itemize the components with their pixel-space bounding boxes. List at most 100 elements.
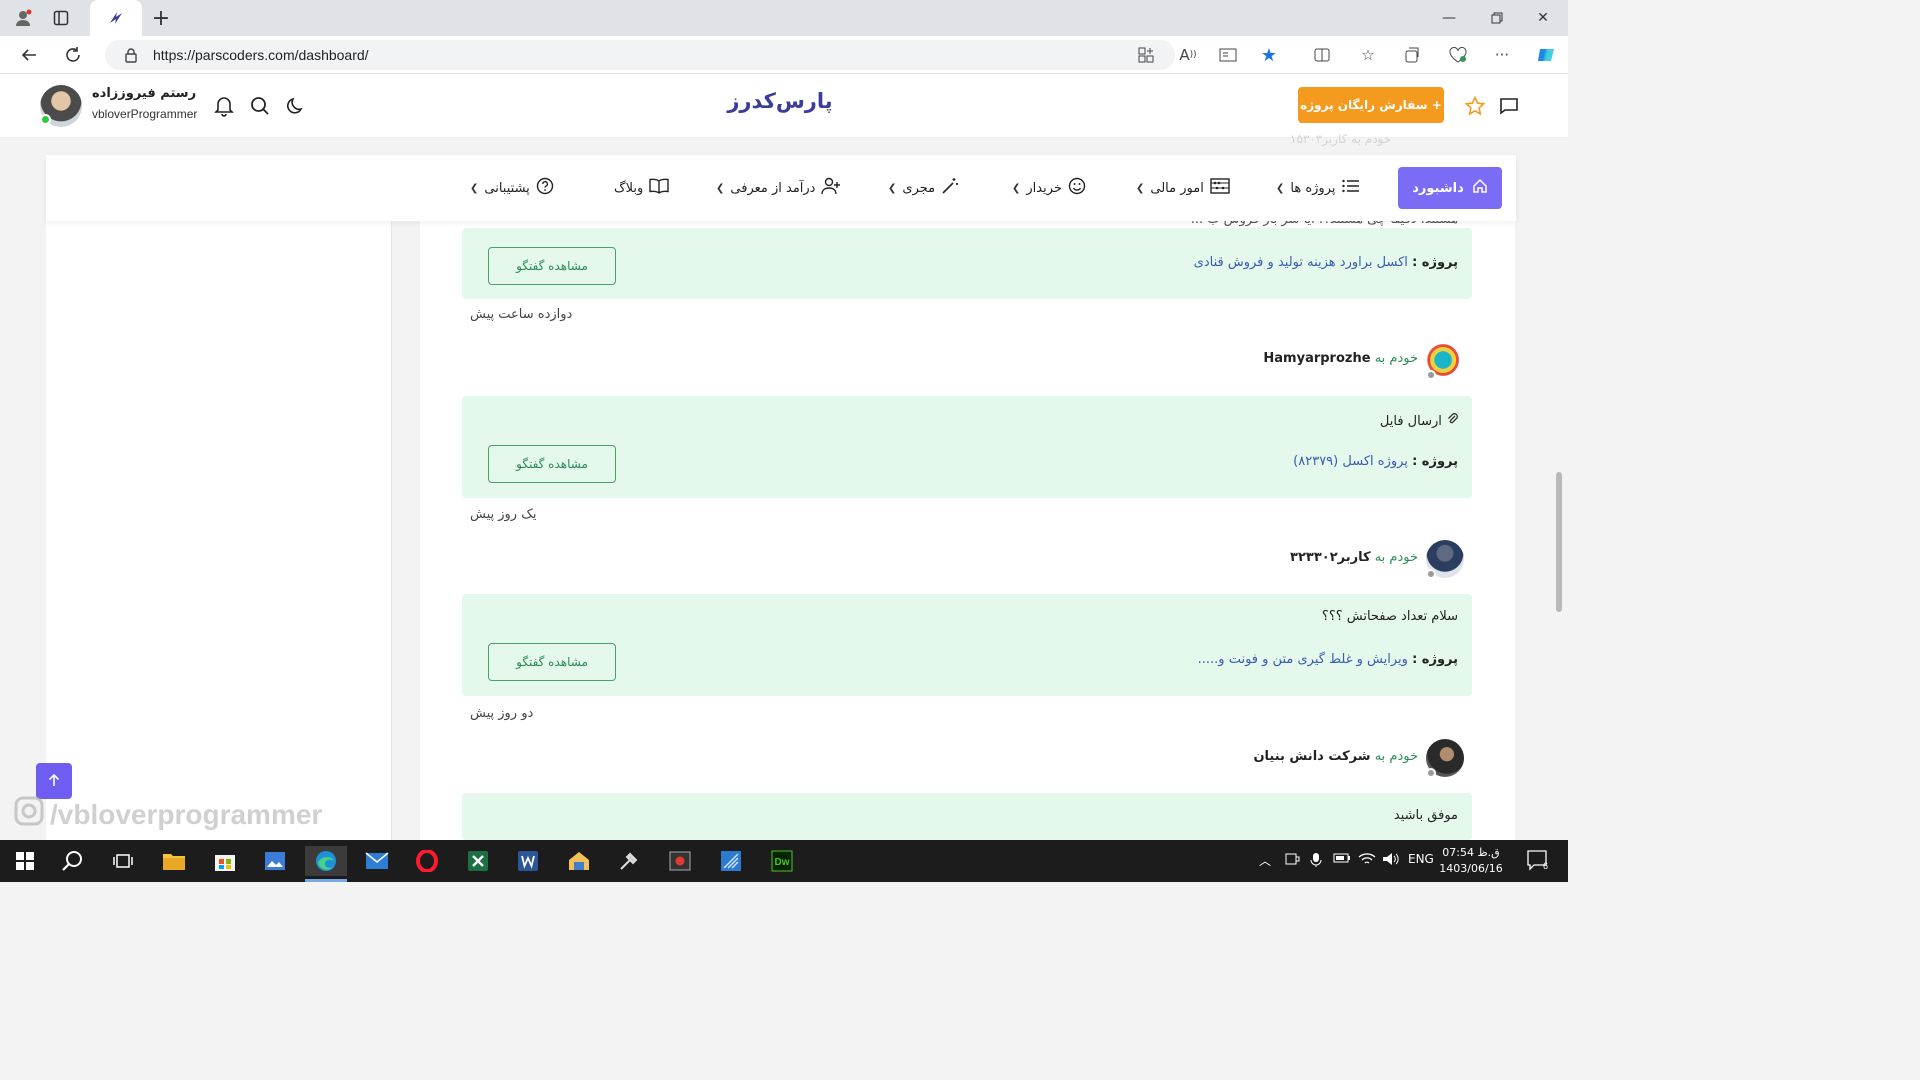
- nav-projects[interactable]: پروژه ها ❯: [1276, 177, 1360, 199]
- lock-icon[interactable]: [121, 47, 141, 63]
- offline-status-dot: [1426, 569, 1436, 579]
- collections-icon[interactable]: [1398, 42, 1426, 68]
- message-time: دو روز پیش: [470, 706, 534, 721]
- list-icon: [1341, 179, 1360, 197]
- arrow-up-icon: [48, 772, 60, 791]
- favorites-star-icon[interactable]: [1462, 93, 1488, 119]
- microsoft-store-icon[interactable]: [204, 846, 246, 876]
- network-drive-icon[interactable]: [558, 846, 600, 876]
- user-plus-icon: [821, 177, 841, 199]
- remote-desktop-icon[interactable]: [710, 846, 752, 876]
- chevron-down-icon: ❯: [1276, 182, 1285, 194]
- more-options-icon[interactable]: ···: [1488, 42, 1516, 68]
- active-app-indicator: [305, 879, 347, 882]
- faded-scrolled-text: خودم به کاربر۱۵۳۰۳: [1290, 132, 1392, 146]
- notification-center-icon[interactable]: 6: [1526, 849, 1550, 874]
- paperclip-icon: [1442, 413, 1458, 429]
- tray-device-icon[interactable]: [1284, 852, 1300, 869]
- copilot-icon[interactable]: [1532, 42, 1560, 68]
- volume-icon[interactable]: [1382, 852, 1400, 869]
- tab-actions-icon[interactable]: [46, 5, 76, 31]
- new-tab-icon[interactable]: +: [146, 5, 176, 31]
- split-screen-icon[interactable]: [1308, 42, 1336, 68]
- nav-finance[interactable]: امور مالی ❯: [1136, 177, 1230, 199]
- user-handle: vbloverProgrammer: [92, 107, 198, 121]
- windows-start-icon[interactable]: [4, 846, 46, 876]
- nav-executor-label: مجری: [902, 180, 936, 196]
- battery-icon[interactable]: [1333, 852, 1351, 867]
- messages-chat-icon[interactable]: [1496, 93, 1522, 119]
- tray-overflow-icon[interactable]: ︿: [1259, 852, 1271, 869]
- opera-browser-icon[interactable]: [406, 846, 448, 876]
- task-view-icon[interactable]: [102, 846, 144, 876]
- back-icon[interactable]: [14, 41, 44, 69]
- restore-icon[interactable]: [1474, 4, 1520, 32]
- dreamweaver-app-icon[interactable]: Dw: [761, 846, 803, 876]
- nav-dashboard-button[interactable]: داشبورد: [1398, 167, 1502, 209]
- read-aloud-icon[interactable]: A)): [1174, 42, 1202, 68]
- chevron-down-icon: ❯: [716, 182, 725, 194]
- browser-essentials-icon[interactable]: [1444, 42, 1472, 68]
- project-label: پروژه :: [1412, 454, 1458, 469]
- nav-finance-label: امور مالی: [1150, 180, 1204, 196]
- browser-tab-active[interactable]: [90, 0, 142, 36]
- microphone-icon[interactable]: [1310, 852, 1322, 871]
- nav-buyer[interactable]: خریدار ❯: [1012, 177, 1086, 199]
- input-language[interactable]: ENG: [1408, 852, 1434, 866]
- photos-app-icon[interactable]: [254, 846, 296, 876]
- magic-wand-icon: [941, 177, 959, 199]
- immersive-reader-icon[interactable]: [1214, 42, 1242, 68]
- chevron-down-icon: ❯: [1012, 182, 1021, 194]
- browser-tab-strip: + — ✕: [0, 0, 1568, 36]
- view-conversation-button[interactable]: مشاهده گفتگو: [488, 643, 616, 681]
- page-scrollbar-thumb[interactable]: [1556, 472, 1562, 612]
- site-logo[interactable]: پارس‌کدرز: [700, 89, 860, 113]
- profile-icon[interactable]: [8, 5, 38, 31]
- wifi-icon[interactable]: [1358, 852, 1376, 869]
- favorites-list-icon[interactable]: ☆: [1354, 42, 1382, 68]
- free-order-button[interactable]: + سفارش رایگان پروژه: [1298, 87, 1444, 123]
- nav-buyer-label: خریدار: [1026, 180, 1062, 196]
- view-conversation-button[interactable]: مشاهده گفتگو: [488, 445, 616, 483]
- channel-watermark: /vbloverprogrammer: [14, 796, 322, 833]
- mail-app-icon[interactable]: [356, 846, 398, 876]
- dark-mode-moon-icon[interactable]: [283, 93, 309, 119]
- nav-blog[interactable]: وبلاگ: [614, 177, 669, 199]
- left-sidebar-panel: [46, 220, 392, 840]
- excel-app-icon[interactable]: [457, 846, 499, 876]
- url-field[interactable]: https://parscoders.com/dashboard/: [105, 40, 1175, 70]
- project-link[interactable]: ویرایش و غلط گیری متن و فونت و.....: [1198, 652, 1408, 667]
- notifications-bell-icon[interactable]: [211, 93, 237, 119]
- tools-app-icon[interactable]: [608, 846, 650, 876]
- edge-browser-icon[interactable]: [305, 846, 347, 876]
- minimize-icon[interactable]: —: [1426, 4, 1472, 32]
- nav-referral-income[interactable]: درآمد از معرفی ❯: [716, 177, 841, 199]
- file-explorer-icon[interactable]: [153, 846, 195, 876]
- smile-icon: [1068, 177, 1086, 199]
- taskbar-search-icon[interactable]: [52, 846, 94, 876]
- nav-executor[interactable]: مجری ❯: [888, 177, 959, 199]
- close-window-icon[interactable]: ✕: [1520, 4, 1566, 32]
- refresh-icon[interactable]: [58, 41, 88, 69]
- url-text: https://parscoders.com/dashboard/: [153, 47, 369, 63]
- project-link[interactable]: اکسل براورد هزینه تولید و فروش قنادی: [1194, 255, 1408, 270]
- view-conversation-button[interactable]: مشاهده گفتگو: [488, 247, 616, 285]
- online-status-dot: [40, 114, 51, 125]
- recipient-name[interactable]: شرکت دانش بنیان: [1253, 749, 1370, 764]
- sender-prefix: خودم به: [1374, 749, 1418, 764]
- recipient-name[interactable]: کاربر۳۲۳۳۰۲: [1290, 550, 1371, 565]
- nav-support[interactable]: پشتیبانی ❯: [470, 177, 554, 199]
- apps-icon[interactable]: [1132, 42, 1160, 68]
- word-app-icon[interactable]: [507, 846, 549, 876]
- chevron-down-icon: ❯: [1136, 182, 1145, 194]
- screen-recorder-icon[interactable]: [659, 846, 701, 876]
- taskbar-clock[interactable]: 07:54 ق.ظ 1403/06/16: [1436, 845, 1506, 877]
- project-label: پروژه :: [1412, 255, 1458, 270]
- site-header: رستم فیروززاده vbloverProgrammer پارس‌کد…: [0, 74, 1568, 138]
- favorite-star-icon[interactable]: ★: [1255, 42, 1283, 68]
- project-link[interactable]: پروژه اکسل (۸۲۳۷۹): [1293, 454, 1408, 469]
- recipient-name[interactable]: Hamyarprozhe: [1263, 351, 1370, 366]
- project-line: پروژه : ویرایش و غلط گیری متن و فونت و..…: [1198, 652, 1458, 667]
- back-to-top-button[interactable]: [36, 763, 72, 799]
- search-icon[interactable]: [247, 93, 273, 119]
